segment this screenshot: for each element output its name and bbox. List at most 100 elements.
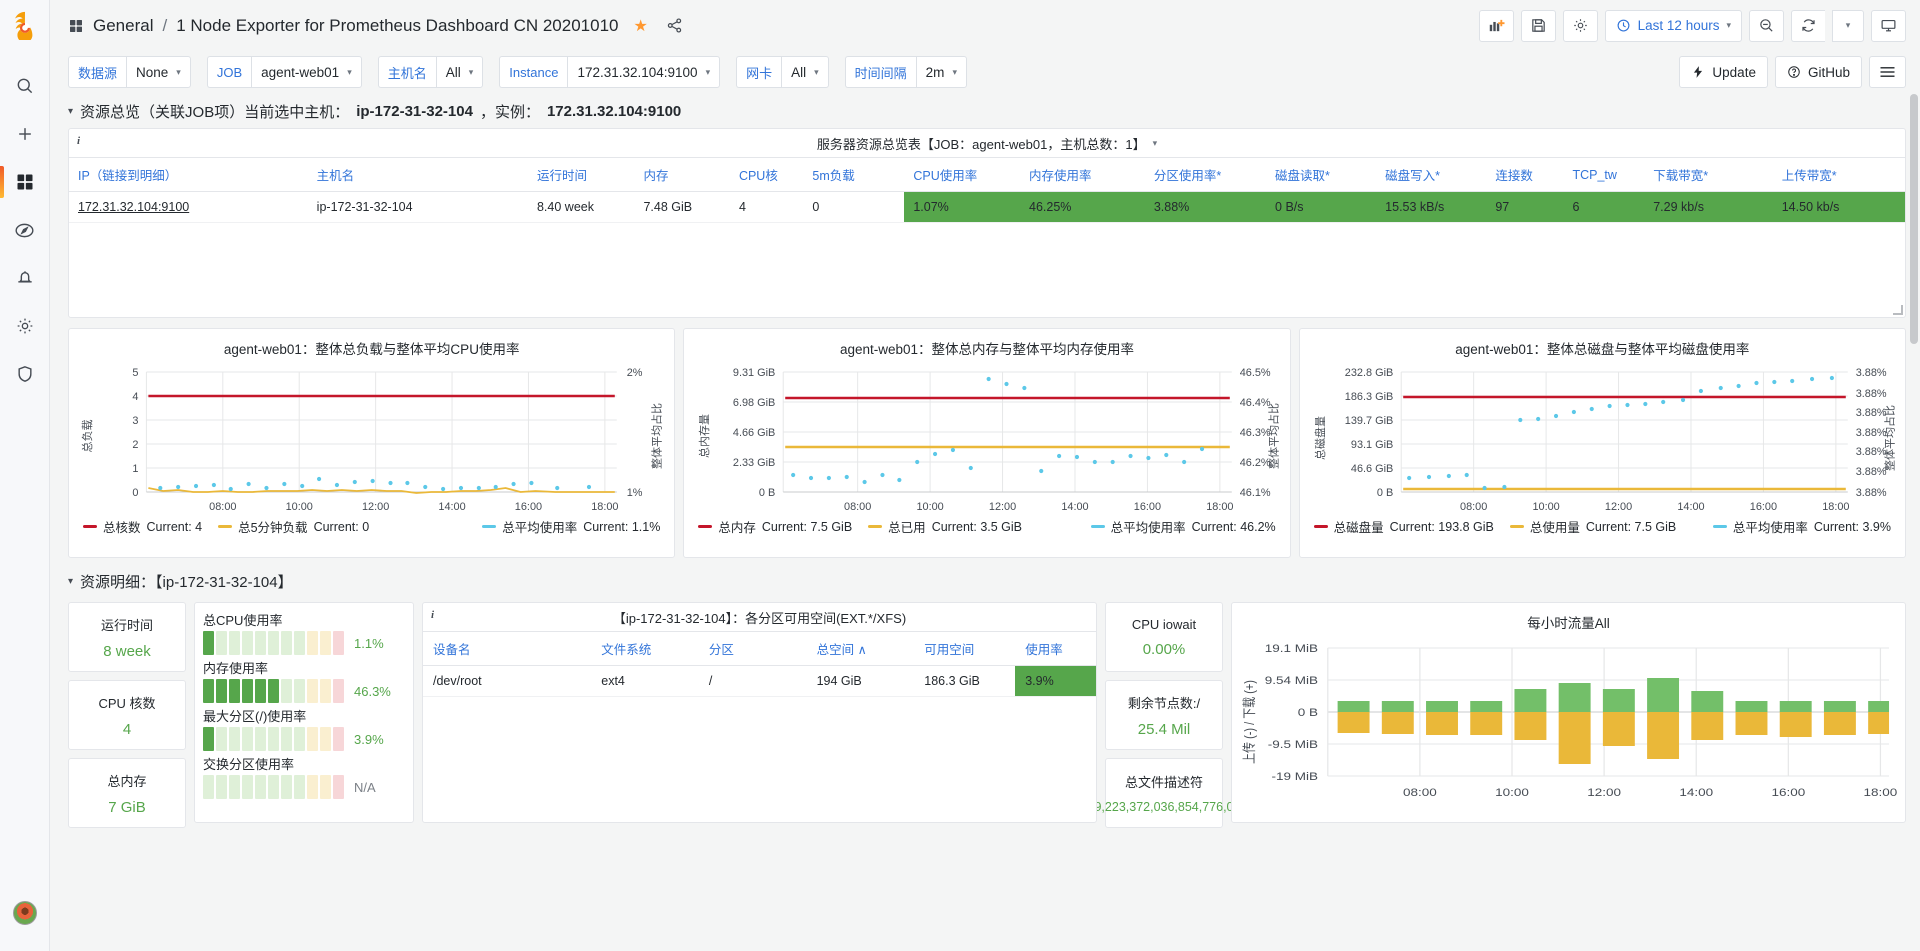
legend-swatch [1510,525,1524,528]
col-download-bw[interactable]: 下载带宽* [1644,158,1773,192]
gauge-bars [203,631,344,655]
gauge-value: 3.9% [354,732,384,747]
refresh-icon[interactable] [1791,10,1825,42]
svg-text:9.31 GiB: 9.31 GiB [733,367,775,379]
col-tcp-tw[interactable]: TCP_tw [1563,158,1644,192]
legend-item[interactable]: 总已用 Current: 3.5 GiB [868,517,1022,536]
time-range-picker[interactable]: Last 12 hours ▾ [1605,10,1742,42]
svg-text:46.1%: 46.1% [1240,487,1271,499]
col-disk-read[interactable]: 磁盘读取* [1266,158,1376,192]
col-cpu-cores[interactable]: CPU核 [730,158,803,192]
chart-svg-traffic: 19.1 MiB 9.54 MiB 0 B -9.5 MiB -19 MiB 0… [1232,632,1905,814]
col-partition-usage[interactable]: 分区使用率* [1145,158,1266,192]
col-uptime[interactable]: 运行时间 [528,158,634,192]
legend-item[interactable]: 总磁盘量 Current: 193.8 GiB [1314,517,1494,536]
variable-value[interactable]: agent-web01 ▾ [251,56,362,88]
legend-item[interactable]: 总使用量 Current: 7.5 GiB [1510,517,1676,536]
panel-title: 每小时流量All [1232,603,1905,632]
info-icon[interactable]: i [431,609,434,621]
svg-text:0 B: 0 B [1298,706,1318,719]
col-device[interactable]: 设备名 [423,632,591,666]
chevron-down-icon[interactable]: ▾ [1153,138,1158,149]
grafana-logo-icon[interactable] [10,10,40,40]
update-link-button[interactable]: Update [1679,56,1768,88]
breadcrumb-folder[interactable]: General [93,16,153,36]
variable-value[interactable]: None ▾ [126,56,191,88]
share-icon[interactable] [666,17,683,34]
variable-value[interactable]: 2m ▾ [916,56,967,88]
legend-item[interactable]: 总内存 Current: 7.5 GiB [698,517,852,536]
col-upload-bw[interactable]: 上传带宽* [1773,158,1905,192]
legend-item[interactable]: 总核数 Current: 4 [83,517,202,536]
legend-item[interactable]: 总平均使用率 Current: 46.2% [1091,517,1276,536]
ip-link[interactable]: 172.31.32.104:9100 [78,200,189,214]
update-label: Update [1712,65,1756,80]
sidebar-item-dashboards[interactable] [0,158,50,206]
col-mount[interactable]: 分区 [699,632,807,666]
avatar[interactable] [13,901,37,925]
row-header-detail[interactable]: ▾ 资源明细：【ip-172-31-32-104】 [68,566,1906,596]
github-link-button[interactable]: GitHub [1775,56,1862,88]
cell-usage: 3.9% [1015,666,1096,697]
col-ip[interactable]: IP（链接到明细） [69,158,308,192]
sidebar-item-create[interactable] [0,110,50,158]
legend-item[interactable]: 总5分钟负载 Current: 0 [218,517,369,536]
star-icon[interactable]: ★ [633,16,647,36]
col-usage[interactable]: 使用率 [1015,632,1096,666]
panel-server-overview-table: i 服务器资源总览表【JOB：agent-web01，主机总数：1】 ▾ IP（… [68,128,1906,318]
panel-resize-handle[interactable] [1893,305,1903,315]
col-filesystem[interactable]: 文件系统 [591,632,699,666]
col-load5m[interactable]: 5m负载 [803,158,904,192]
graph-plot-area: 9.31 GiB 6.98 GiB 4.66 GiB 2.33 GiB 0 B … [684,358,1289,513]
hamburger-menu-icon[interactable] [1869,56,1906,88]
col-hostname[interactable]: 主机名 [308,158,528,192]
sidebar-item-alerting[interactable] [0,254,50,302]
variable-value[interactable]: 172.31.32.104:9100 ▾ [567,56,720,88]
refresh-interval-dropdown[interactable]: ▾ [1832,10,1864,42]
variable-value[interactable]: All ▾ [436,56,484,88]
sidebar-item-search[interactable] [0,62,50,110]
cell-free-space: 186.3 GiB [914,666,1015,697]
col-disk-write[interactable]: 磁盘写入* [1376,158,1486,192]
variable-job: JOB agent-web01 ▾ [207,56,362,88]
save-dashboard-icon[interactable] [1521,10,1556,42]
svg-text:46.4%: 46.4% [1240,397,1271,409]
sidebar-item-server-admin[interactable] [0,350,50,398]
tv-mode-icon[interactable] [1871,10,1906,42]
svg-text:14:00: 14:00 [1679,786,1713,799]
dashboard-canvas: ▾ 资源总览（关联JOB项）当前选中主机： ip-172-31-32-104 ，… [50,92,1920,951]
legend-current: Current: 3.9% [1814,520,1891,534]
github-label: GitHub [1808,65,1850,80]
svg-text:6.98 GiB: 6.98 GiB [733,397,775,409]
col-memory[interactable]: 内存 [634,158,729,192]
dashboard-scrollbar[interactable] [1910,94,1918,594]
dashboard-settings-icon[interactable] [1563,10,1598,42]
svg-text:18:00: 18:00 [591,501,618,513]
row-header-overview[interactable]: ▾ 资源总览（关联JOB项）当前选中主机： ip-172-31-32-104 ，… [68,96,1906,126]
table-row: 172.31.32.104:9100 ip-172-31-32-104 8.40… [69,192,1905,223]
table-header-row: IP（链接到明细） 主机名 运行时间 内存 CPU核 5m负载 CPU使用率 内… [69,158,1905,192]
cell-cpu-usage: 1.07% [904,192,1020,223]
info-icon[interactable]: i [77,135,80,147]
cell-uptime: 8.40 week [528,192,634,223]
col-free-space[interactable]: 可用空间 [914,632,1015,666]
zoom-out-icon[interactable] [1749,10,1784,42]
cell-ip[interactable]: 172.31.32.104:9100 [69,192,308,223]
legend-item[interactable]: 总平均使用率 Current: 1.1% [482,517,660,536]
legend-current: Current: 193.8 GiB [1390,520,1494,534]
legend-item[interactable]: 总平均使用率 Current: 3.9% [1713,517,1891,536]
sidebar-item-configuration[interactable] [0,302,50,350]
gauge-line: N/A [203,775,405,799]
side-menu [0,0,50,951]
col-connections[interactable]: 连接数 [1486,158,1563,192]
user-profile[interactable] [0,889,50,937]
col-mem-usage[interactable]: 内存使用率 [1020,158,1145,192]
gauge-swap: 交换分区使用率 N/A [203,754,405,799]
add-panel-icon[interactable] [1479,10,1514,42]
variable-label: 主机名 [378,56,436,88]
variable-value[interactable]: All ▾ [781,56,829,88]
col-total-space[interactable]: 总空间 ∧ [807,632,915,666]
search-icon [15,76,35,96]
col-cpu-usage[interactable]: CPU使用率 [904,158,1020,192]
sidebar-item-explore[interactable] [0,206,50,254]
